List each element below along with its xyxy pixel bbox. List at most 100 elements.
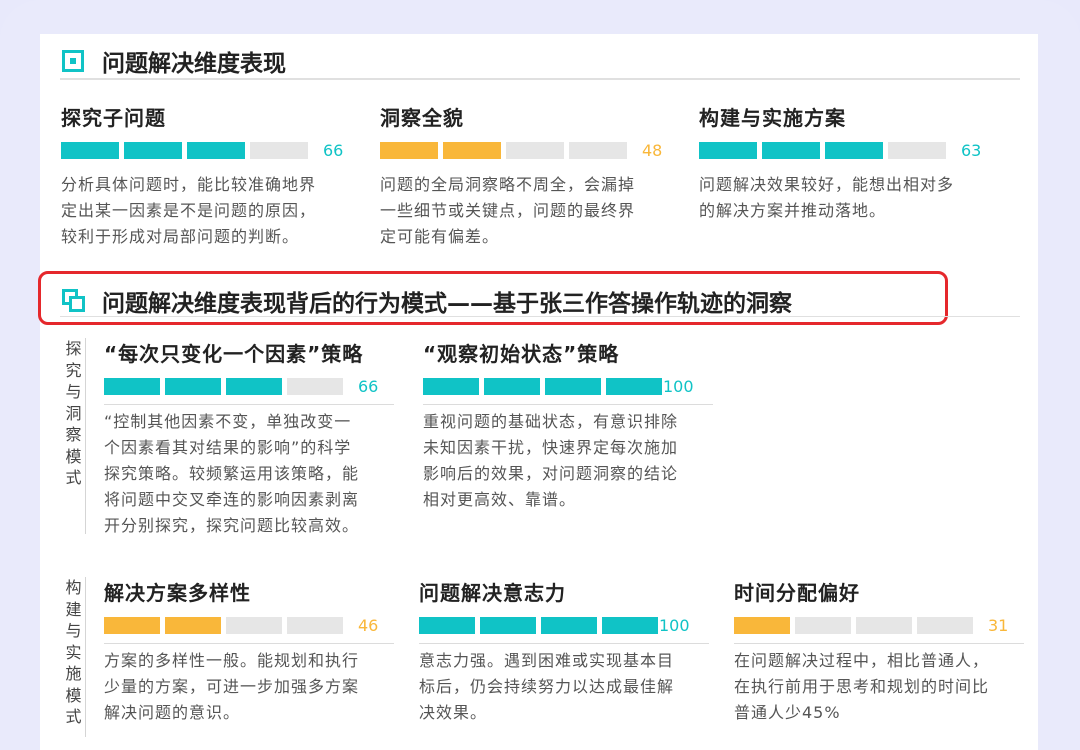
score-segment-filled — [165, 378, 221, 395]
description-line: 未知因素干扰，快速界定每次施加 — [423, 438, 679, 457]
score-bar: 48 — [380, 141, 670, 160]
description-line: 重视问题的基础状态，有意识排除 — [423, 412, 679, 431]
pattern-one-factor-strategy: “每次只变化一个因素”策略 66 “控制其他因素不变，单独改变一 个因素看其对结果的影… — [104, 338, 394, 539]
group-label-char: 式 — [65, 468, 82, 487]
score-segment-filled — [443, 142, 501, 159]
score-segment-filled — [825, 142, 883, 159]
score-segment-filled — [606, 378, 662, 395]
item-title: 时间分配偏好 — [734, 581, 860, 605]
description-line: 定可能有偏差。 — [380, 227, 500, 246]
item-title: “每次只变化一个因素”策略 — [104, 342, 364, 366]
item-title: 构建与实施方案 — [699, 106, 846, 130]
description-line: 相对更高效、靠谱。 — [423, 490, 577, 509]
group-label-char: 与 — [65, 621, 82, 640]
section1-title: 问题解决维度表现 — [102, 51, 286, 77]
score-segment-empty — [250, 142, 308, 159]
score-segment-filled — [226, 378, 282, 395]
description-line: 在执行前用于思考和规划的时间比 — [734, 677, 990, 696]
pattern-observe-initial-strategy: “观察初始状态”策略 100 重视问题的基础状态，有意识排除 未知因素干扰，快速界定每… — [423, 338, 713, 513]
score-value: 66 — [323, 141, 344, 160]
score-segment-filled — [423, 378, 479, 395]
description-line: 开分别探究，探究问题比较高效。 — [104, 516, 360, 535]
score-segment-empty — [917, 617, 973, 634]
score-value: 63 — [961, 141, 982, 160]
item-divider — [104, 404, 394, 405]
group-label-char: 构 — [65, 578, 82, 597]
score-segment-filled — [541, 617, 597, 634]
description-line: 决效果。 — [419, 703, 488, 722]
group-label-char: 模 — [65, 685, 82, 705]
score-segment-filled — [187, 142, 245, 159]
score-value: 100 — [663, 377, 694, 396]
item-title: 洞察全貌 — [380, 106, 464, 130]
score-segment-empty — [287, 378, 343, 395]
score-bar: 100 — [419, 616, 709, 635]
score-segment-filled — [124, 142, 182, 159]
description-line: 较利于形成对局部问题的判断。 — [61, 227, 300, 246]
score-segment-filled — [734, 617, 790, 634]
item-title: 探究子问题 — [61, 106, 166, 130]
score-bar: 46 — [104, 616, 394, 635]
score-segment-filled — [699, 142, 757, 159]
item-description: 问题解决效果较好，能想出相对多 的解决方案并推动落地。 — [699, 172, 999, 224]
description-line: 在问题解决过程中，相比普通人， — [734, 651, 990, 670]
score-segment-empty — [506, 142, 564, 159]
item-divider — [419, 643, 709, 644]
item-description: 方案的多样性一般。能规划和执行 少量的方案，可进一步加强多方案 解决问题的意识。 — [104, 648, 394, 726]
item-description: 分析具体问题时，能比较准确地界 定出某一因素是不是问题的原因， 较利于形成对局部问题… — [61, 172, 351, 250]
description-line: 问题解决效果较好，能想出相对多 — [699, 175, 955, 194]
group-label-char: 施 — [65, 664, 82, 683]
score-value: 66 — [358, 377, 379, 396]
description-line: 分析具体问题时，能比较准确地界 — [61, 175, 317, 194]
score-segment-filled — [484, 378, 540, 395]
dimension-explore-subproblem: 探究子问题 66 分析具体问题时，能比较准确地界 定出某一因素是不是问题的原因， 较利于… — [61, 102, 351, 250]
double-square-icon — [62, 289, 86, 313]
description-line: 解决问题的意识。 — [104, 703, 241, 722]
score-bar: 31 — [734, 616, 1024, 635]
score-segment-empty — [226, 617, 282, 634]
description-line: 探究策略。较频繁运用该策略，能 — [104, 464, 360, 483]
score-segment-filled — [762, 142, 820, 159]
item-description: 在问题解决过程中，相比普通人， 在执行前用于思考和规划的时间比 普通人少45% — [734, 648, 1024, 726]
score-segment-filled — [480, 617, 536, 634]
pattern-solution-diversity: 解决方案多样性 46 方案的多样性一般。能规划和执行 少量的方案，可进一步加强多方案解… — [104, 577, 394, 726]
item-divider — [734, 643, 1024, 644]
score-segment-filled — [104, 617, 160, 634]
item-divider — [104, 643, 394, 644]
section1-header: 问题解决维度表现 — [62, 44, 286, 78]
group-label-char: 模 — [65, 446, 82, 466]
group-label-char: 洞 — [65, 403, 82, 423]
section2-title: 问题解决维度表现背后的行为模式——基于张三作答操作轨迹的洞察 — [102, 291, 792, 317]
score-bar: 100 — [423, 377, 713, 396]
score-value: 46 — [358, 616, 379, 635]
section1-divider — [60, 78, 1020, 80]
score-value: 100 — [659, 616, 690, 635]
item-title: 问题解决意志力 — [419, 581, 566, 605]
group-label-explore: 探究与洞察模式 — [62, 338, 86, 534]
description-line: 标后，仍会持续努力以达成最佳解 — [419, 677, 675, 696]
description-line: 一些细节或关键点，问题的最终界 — [380, 201, 636, 220]
group-label-char: 究 — [65, 360, 82, 380]
section2-header: 问题解决维度表现背后的行为模式——基于张三作答操作轨迹的洞察 — [62, 284, 792, 318]
description-line: 少量的方案，可进一步加强多方案 — [104, 677, 360, 696]
score-value: 48 — [642, 141, 663, 160]
description-line: 方案的多样性一般。能规划和执行 — [104, 651, 360, 670]
score-segment-empty — [795, 617, 851, 634]
description-line: “控制其他因素不变，单独改变一 — [104, 412, 352, 431]
score-segment-filled — [602, 617, 658, 634]
score-segment-empty — [856, 617, 912, 634]
score-segment-filled — [165, 617, 221, 634]
group-label-char: 式 — [65, 707, 82, 726]
item-title: “观察初始状态”策略 — [423, 342, 620, 366]
score-segment-filled — [61, 142, 119, 159]
group-label-char: 探 — [65, 339, 82, 358]
pattern-time-allocation: 时间分配偏好 31 在问题解决过程中，相比普通人， 在执行前用于思考和规划的时间比 普通… — [734, 577, 1024, 726]
score-segment-empty — [569, 142, 627, 159]
group-label-char: 实 — [65, 642, 82, 662]
group-label-char: 建 — [65, 599, 82, 619]
group-label-char: 与 — [65, 382, 82, 401]
score-segment-filled — [104, 378, 160, 395]
item-description: “控制其他因素不变，单独改变一 个因素看其对结果的影响”的科学 探究策略。较频繁运用… — [104, 409, 394, 539]
score-segment-filled — [545, 378, 601, 395]
square-bullet-icon — [62, 50, 84, 72]
